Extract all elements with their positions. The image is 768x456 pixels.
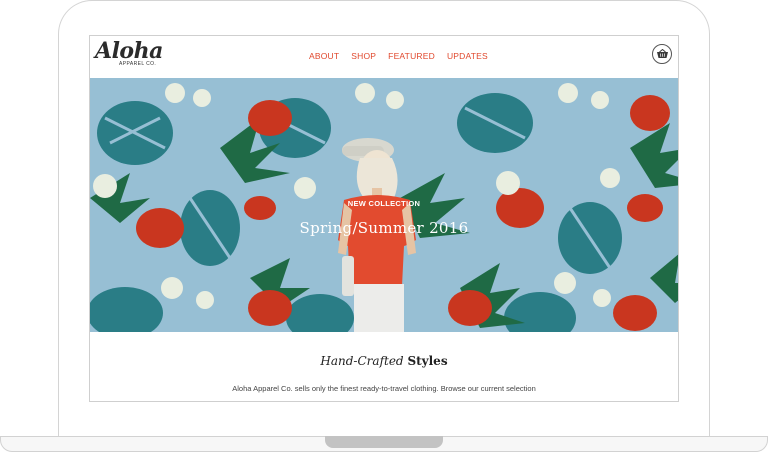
- site-logo[interactable]: Aloha APPAREL CO.: [95, 38, 165, 72]
- logo-subtitle: APPAREL CO.: [119, 61, 157, 67]
- nav-featured[interactable]: FEATURED: [388, 51, 435, 61]
- hero-title: Spring/Summer 2016: [299, 219, 469, 237]
- hero-eyebrow: NEW COLLECTION: [347, 199, 421, 208]
- site-header: Aloha APPAREL CO. ABOUT SHOP FEATURED UP…: [90, 36, 678, 78]
- main-nav: ABOUT SHOP FEATURED UPDATES: [309, 51, 488, 61]
- nav-shop[interactable]: SHOP: [351, 51, 376, 61]
- nav-updates[interactable]: UPDATES: [447, 51, 488, 61]
- nav-about[interactable]: ABOUT: [309, 51, 339, 61]
- section-heading: Hand-Crafted Styles: [90, 354, 678, 368]
- laptop-screen: Aloha APPAREL CO. ABOUT SHOP FEATURED UP…: [89, 35, 679, 402]
- laptop-notch: [325, 436, 443, 448]
- hero-banner: NEW COLLECTION Spring/Summer 2016: [90, 78, 678, 332]
- section-body-text: Aloha Apparel Co. sells only the finest …: [232, 384, 536, 393]
- section-heading-italic: Hand-Crafted: [320, 354, 404, 368]
- basket-icon: [656, 49, 668, 58]
- section-heading-bold: Styles: [407, 354, 448, 368]
- cart-button[interactable]: [652, 44, 672, 64]
